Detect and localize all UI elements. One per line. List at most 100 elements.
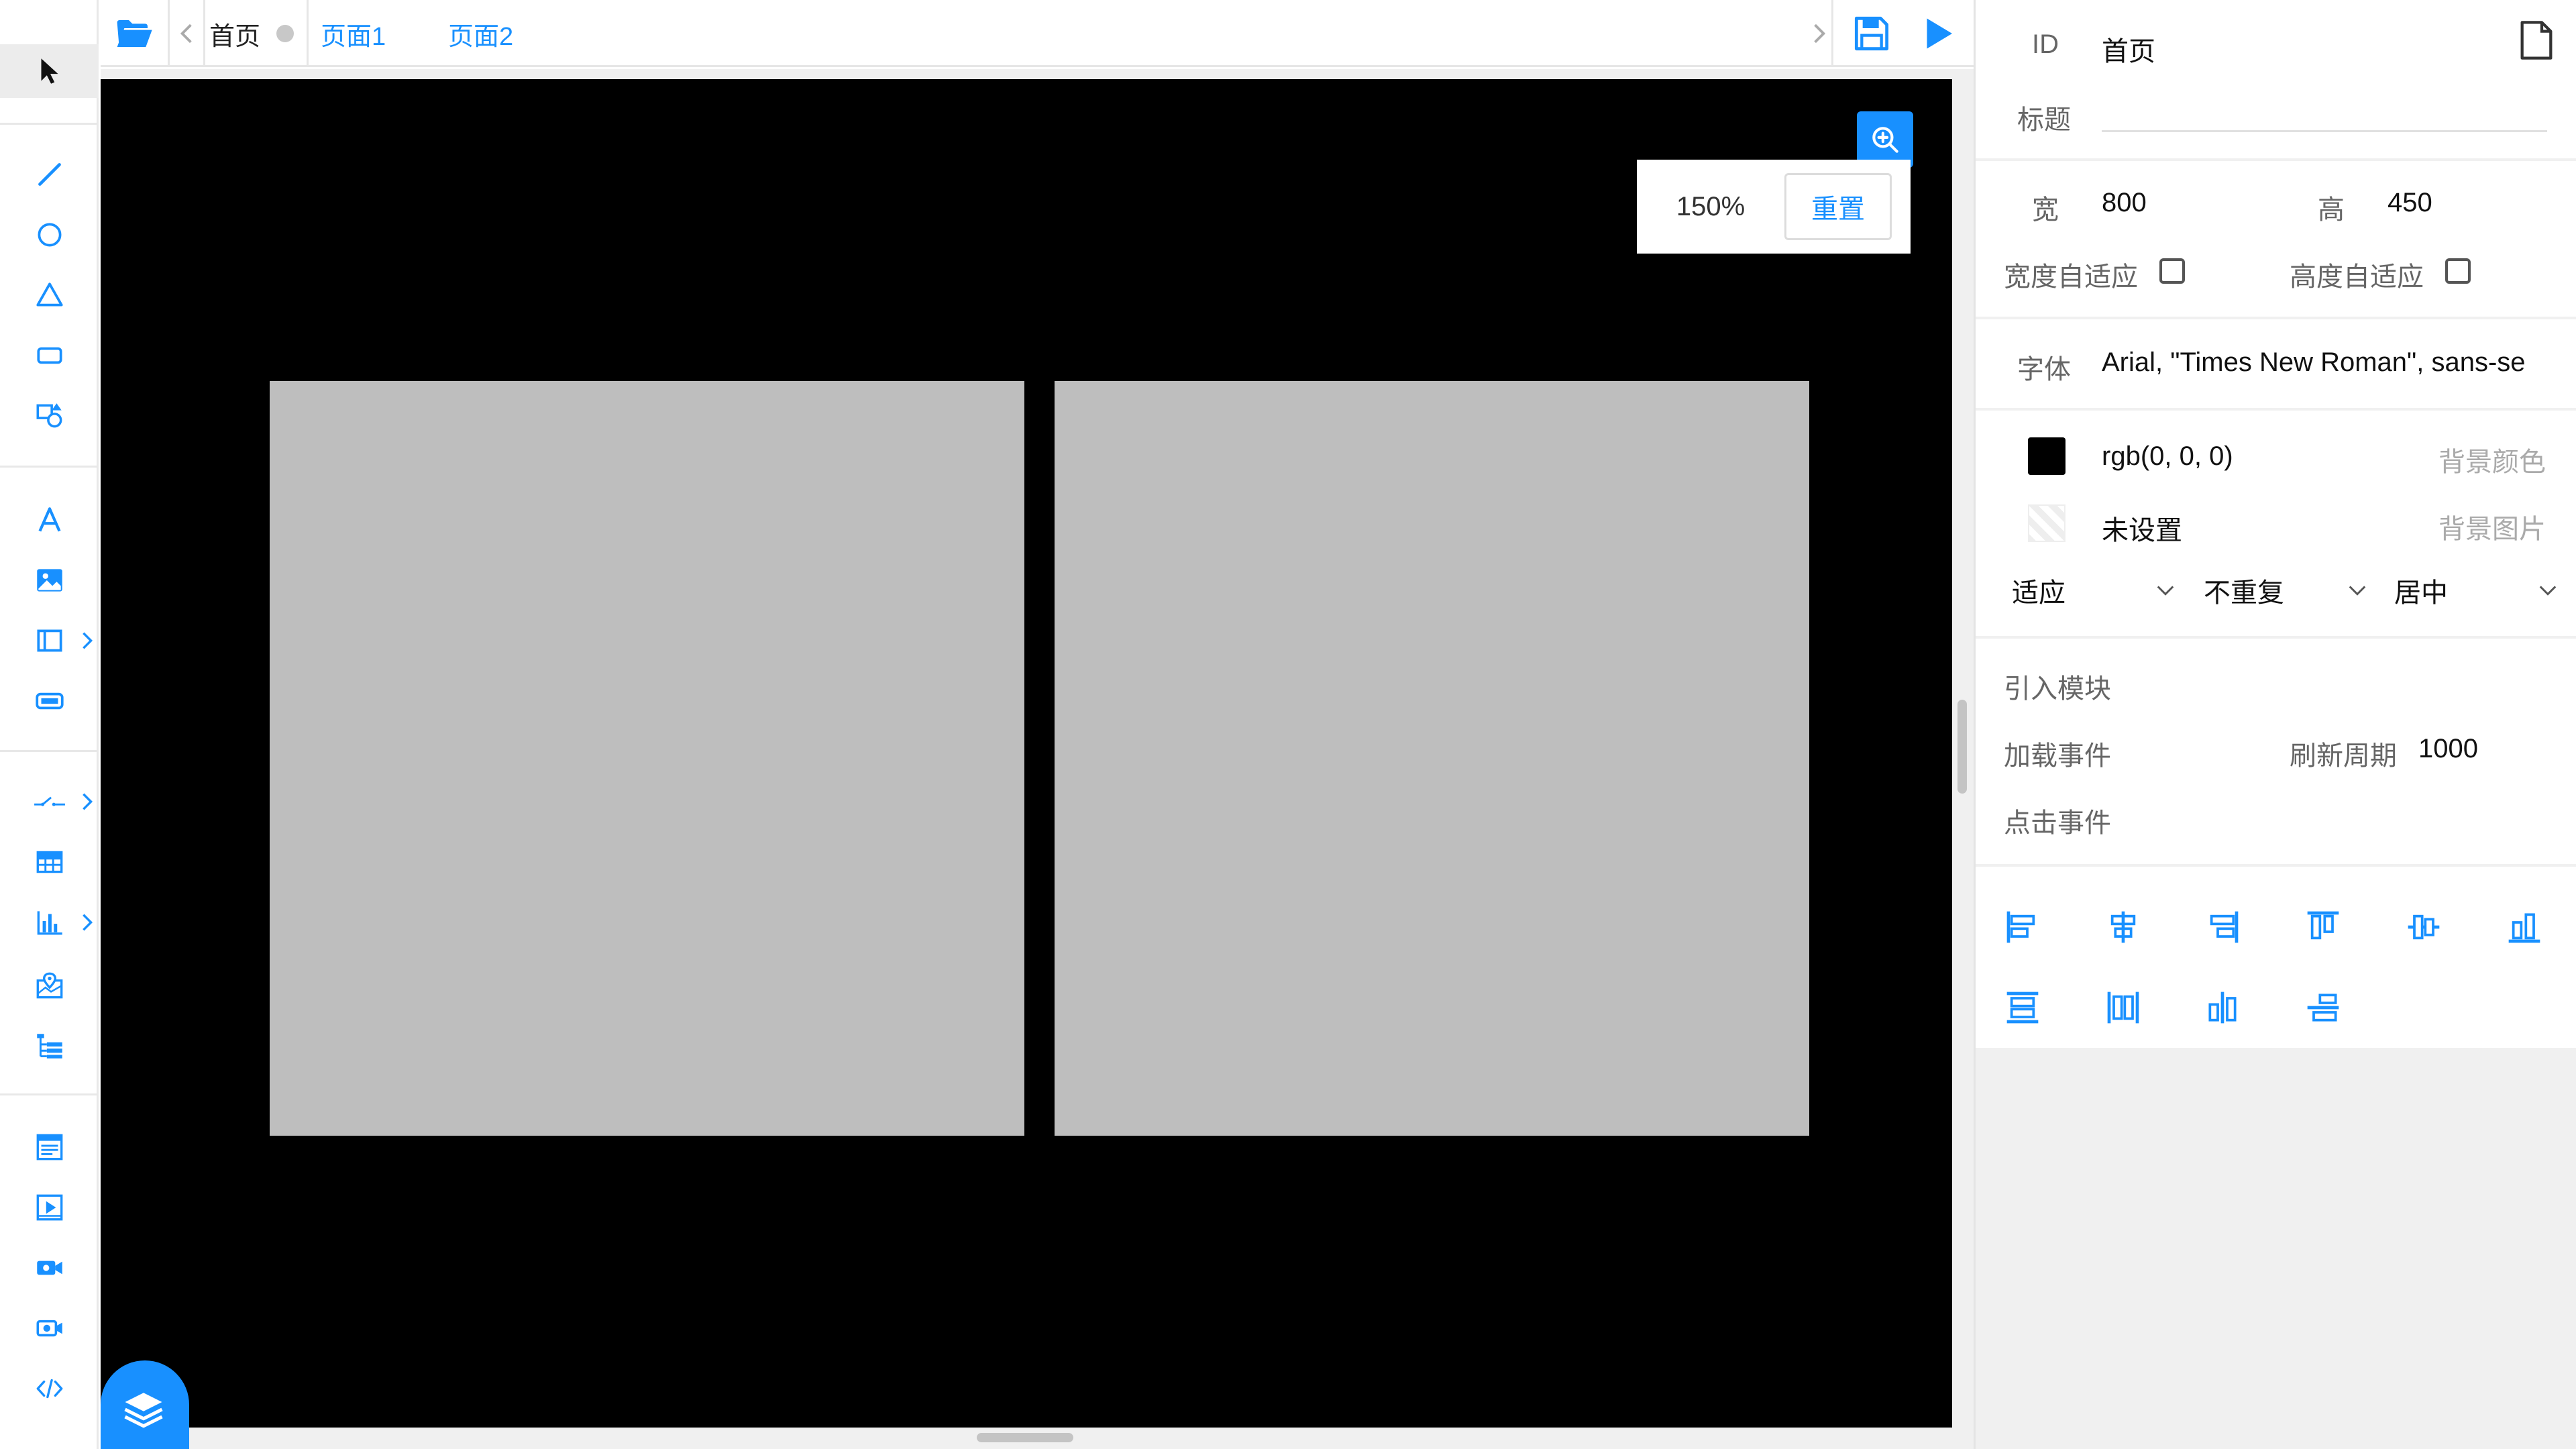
auto-width-checkbox[interactable] (2159, 258, 2185, 284)
id-value[interactable]: 首页 (2102, 30, 2155, 68)
layers-button[interactable] (101, 1360, 189, 1449)
frame-tool[interactable] (0, 614, 99, 667)
align-bottom-icon[interactable] (2506, 908, 2543, 946)
align-right-icon[interactable] (2204, 908, 2241, 946)
horizontal-scrollbar[interactable] (977, 1433, 1073, 1442)
distribute-horizontal-icon[interactable] (2104, 989, 2142, 1026)
refresh-period-label: 刷新周期 (2290, 741, 2397, 771)
grey-panel-right[interactable] (1055, 381, 1809, 1136)
refresh-period-input[interactable]: 1000 (2418, 734, 2478, 764)
zoom-in-icon (1872, 127, 1898, 153)
bg-image-value[interactable]: 未设置 (2102, 508, 2182, 547)
click-event-button[interactable]: 点击事件 (2004, 801, 2111, 840)
chart-tool[interactable] (0, 896, 99, 949)
bg-fit-select[interactable]: 适应 (2012, 570, 2176, 610)
font-label: 字体 (2017, 355, 2071, 384)
font-input[interactable]: Arial, "Times New Roman", sans-se (2102, 347, 2555, 378)
document-icon[interactable] (2518, 19, 2555, 62)
load-event-button[interactable]: 加载事件 (2004, 734, 2111, 773)
vertical-scrollbar[interactable] (1957, 700, 1967, 794)
alignment-section (1976, 867, 2576, 1048)
map-tool[interactable] (0, 959, 99, 1013)
align-top-icon[interactable] (2304, 908, 2342, 946)
bg-repeat-select[interactable]: 不重复 (2204, 570, 2367, 610)
button-icon (35, 692, 64, 710)
camera-tool[interactable] (0, 1241, 99, 1295)
rectangle-icon (36, 347, 62, 364)
text-tool[interactable] (0, 493, 99, 547)
bg-color-value[interactable]: rgb(0, 0, 0) (2102, 441, 2233, 472)
webpage-tool[interactable] (0, 1120, 99, 1174)
design-canvas[interactable]: 150% 重置 (101, 79, 1952, 1428)
rectangle-tool[interactable] (0, 329, 99, 382)
line-icon (38, 163, 61, 186)
button-tool[interactable] (0, 674, 99, 728)
space-vertical-icon[interactable] (2304, 989, 2342, 1026)
shapes-icon (36, 403, 62, 428)
save-button[interactable] (1845, 0, 1898, 67)
layers-icon (124, 1393, 163, 1428)
chevron-right-icon (83, 914, 93, 931)
auto-width-label: 宽度自适应 (2004, 262, 2138, 292)
play-icon (1927, 18, 1952, 49)
property-panel: ID 首页 标题 宽 800 高 450 宽度自适应 高度自适应 字体 Aria… (1974, 0, 2576, 1449)
frame-icon (36, 629, 62, 652)
tab-home[interactable]: 首页 (209, 0, 294, 67)
bg-image-label: 背景图片 (2438, 515, 2546, 544)
bg-position-select[interactable]: 居中 (2394, 570, 2558, 610)
table-icon (36, 851, 62, 873)
video-tool[interactable] (0, 1181, 99, 1234)
circle-tool[interactable] (0, 208, 99, 262)
table-tool[interactable] (0, 835, 99, 889)
canvas-area: 150% 重置 (101, 69, 1974, 1449)
chevron-right-icon (1814, 23, 1826, 44)
title-label: 标题 (2017, 105, 2071, 135)
tree-tool[interactable] (0, 1020, 99, 1073)
map-icon (36, 972, 62, 999)
height-input[interactable]: 450 (2387, 188, 2432, 218)
pointer-tool[interactable] (0, 44, 99, 98)
space-horizontal-icon[interactable] (2204, 989, 2241, 1026)
grey-panel-left[interactable] (270, 381, 1024, 1136)
align-center-vertical-icon[interactable] (2405, 908, 2443, 946)
bg-repeat-value: 不重复 (2204, 578, 2284, 608)
chevron-down-icon (2157, 586, 2174, 596)
tab-page2[interactable]: 页面2 (448, 0, 513, 67)
component-toolbar (0, 0, 99, 1449)
text-icon (38, 507, 60, 532)
scroll-tabs-left-button[interactable] (170, 0, 203, 67)
width-input[interactable]: 800 (2102, 188, 2147, 218)
auto-height-checkbox[interactable] (2445, 258, 2471, 284)
open-folder-button[interactable] (107, 0, 161, 67)
triangle-tool[interactable] (0, 268, 99, 322)
font-section: 字体 Arial, "Times New Roman", sans-se (1976, 319, 2576, 408)
reset-zoom-button[interactable]: 重置 (1784, 173, 1892, 240)
zoom-level-readout: 150% (1676, 191, 1746, 221)
tree-list-icon (36, 1034, 62, 1059)
image-tool[interactable] (0, 553, 99, 607)
auto-height-label: 高度自适应 (2290, 262, 2424, 292)
line-tool[interactable] (0, 148, 99, 201)
events-section: 引入模块 加载事件 刷新周期 1000 点击事件 (1976, 639, 2576, 864)
scroll-tabs-right-button[interactable] (1806, 0, 1833, 67)
video-icon (36, 1194, 62, 1221)
live-tool[interactable] (0, 1301, 99, 1355)
shapes-tool[interactable] (0, 389, 99, 443)
align-center-horizontal-icon[interactable] (2104, 908, 2142, 946)
width-label: 宽 (2032, 195, 2059, 225)
tab-page2-label: 页面2 (448, 22, 514, 51)
align-left-icon[interactable] (2004, 908, 2041, 946)
bg-color-swatch[interactable] (2028, 437, 2065, 475)
size-section: 宽 800 高 450 宽度自适应 高度自适应 (1976, 161, 2576, 317)
bg-color-label: 背景颜色 (2438, 447, 2546, 477)
tab-page1[interactable]: 页面1 (321, 0, 386, 67)
preview-run-button[interactable] (1912, 0, 1966, 67)
cursor-arrow-icon (41, 58, 58, 84)
distribute-vertical-icon[interactable] (2004, 989, 2041, 1026)
bg-image-swatch-icon[interactable] (2028, 504, 2065, 542)
import-module-button[interactable]: 引入模块 (2004, 667, 2111, 706)
page-identity-section: ID 首页 标题 (1976, 0, 2576, 158)
code-tool[interactable] (0, 1362, 99, 1415)
switch-tool[interactable] (0, 775, 99, 828)
tab-home-label: 首页 (209, 22, 261, 51)
